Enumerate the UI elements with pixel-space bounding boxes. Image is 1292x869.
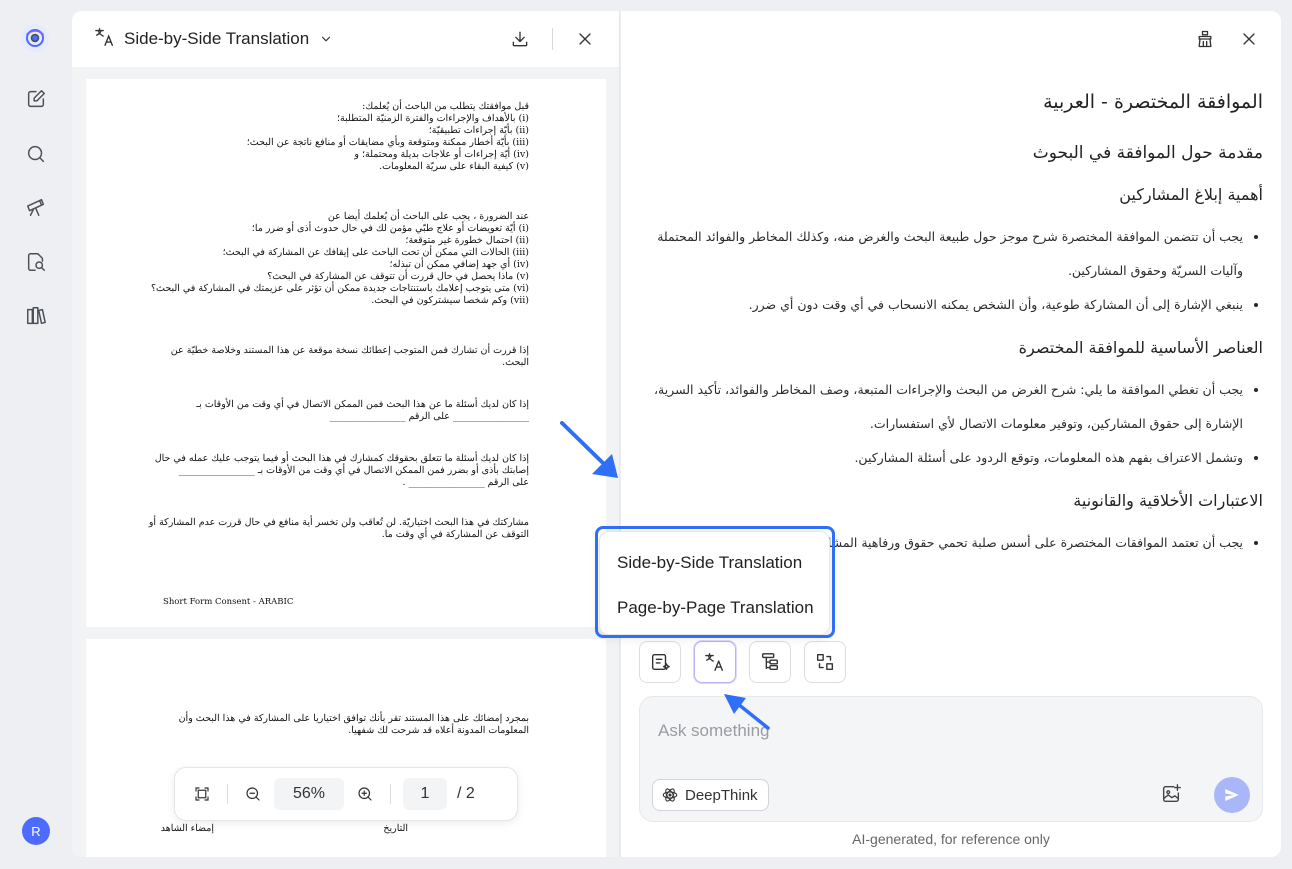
document-page-2: بمجرد إمضائك على هذا المستند تقر بأنك تو… [86, 639, 606, 857]
left-rail: R [0, 0, 72, 869]
send-icon [1225, 789, 1239, 801]
zoom-divider [227, 784, 228, 804]
translation-subtitle: مقدمة حول الموافقة في البحوث [1032, 143, 1263, 163]
translation-mode-menu: Side-by-Side Translation Page-by-Page Tr… [599, 531, 830, 635]
summary-button[interactable] [639, 641, 681, 683]
header-divider [552, 28, 553, 50]
broom-icon [1198, 30, 1212, 48]
library-icon[interactable] [22, 302, 50, 330]
outline-icon [761, 653, 779, 671]
tool-buttons [639, 641, 846, 683]
outline-button[interactable] [749, 641, 791, 683]
section-bullets: يجب أن تتضمن الموافقة المختصرة شرح موجز … [643, 220, 1263, 322]
document-panel-title[interactable]: Side-by-Side Translation [124, 29, 309, 49]
section-heading: الاعتبارات الأخلاقية والقانونية [1073, 491, 1263, 510]
new-chat-icon[interactable] [22, 85, 50, 113]
menu-item-page-by-page[interactable]: Page-by-Page Translation [600, 585, 829, 630]
page-footer: Short Form Consent - ARABIC [163, 597, 294, 607]
close-icon [579, 33, 591, 45]
page-total: / 2 [457, 785, 475, 802]
menu-item-side-by-side[interactable]: Side-by-Side Translation [600, 540, 829, 585]
zoom-out-icon [246, 787, 260, 801]
upload-image-button[interactable] [1158, 781, 1184, 807]
close-chat-button[interactable] [1235, 25, 1263, 53]
convert-button[interactable] [804, 641, 846, 683]
document-panel: Side-by-Side Translation قبل موافقتك يتط… [72, 11, 620, 857]
doc-paragraph: إذا قررت أن تشارك فمن المتوجب إعطائك نسخ… [170, 345, 529, 368]
atom-icon [662, 788, 678, 802]
translate-button[interactable] [694, 641, 736, 683]
document-panel-header: Side-by-Side Translation [72, 11, 619, 67]
summary-icon [651, 653, 670, 671]
list-item: يجب أن تغطي الموافقة ما يلي: شرح الغرض م… [643, 373, 1243, 441]
list-item: وتشمل الاعتراف بفهم هذه المعلومات، وتوقع… [643, 441, 1243, 475]
chat-input[interactable]: Ask something [658, 721, 770, 741]
doc-paragraph: عند الضرورة ، يجب على الباحث أن يُعلمك أ… [150, 211, 529, 306]
document-viewer[interactable]: قبل موافقتك يتطلب من الباحث أن يُعلمك: (… [72, 67, 619, 857]
chevron-down-icon[interactable] [319, 32, 333, 46]
translate-icon [705, 653, 724, 671]
fit-page-button[interactable] [189, 781, 215, 807]
telescope-icon[interactable] [22, 193, 50, 221]
translation-title: الموافقة المختصرة - العربية [1043, 91, 1263, 113]
clear-button[interactable] [1191, 25, 1219, 53]
doc-paragraph: إذا كان لديك أسئلة ما تتعلق بحقوقك كمشار… [154, 453, 529, 488]
doc-paragraph: إذا كان لديك أسئلة ما عن هذا البحث فمن ا… [196, 399, 529, 422]
signature-date-label: التاريخ [383, 823, 408, 834]
download-button[interactable] [506, 25, 534, 53]
chat-panel-header [1191, 25, 1263, 53]
section-bullets: يجب أن تغطي الموافقة ما يلي: شرح الغرض م… [643, 373, 1263, 475]
user-avatar[interactable]: R [22, 817, 50, 845]
chat-composer[interactable]: Ask something DeepThink [639, 696, 1263, 822]
doc-paragraph: بمجرد إمضائك على هذا المستند تقر بأنك تو… [178, 713, 529, 736]
page-number-input[interactable]: 1 [403, 778, 447, 810]
disclaimer-text: AI-generated, for reference only [852, 831, 1050, 847]
list-item: ينبغي الإشارة إلى أن المشاركة طوعية، وأن… [643, 288, 1243, 322]
signature-witness-label: إمضاء الشاهد [160, 823, 214, 834]
image-upload-icon [1162, 784, 1181, 803]
doc-search-icon[interactable] [22, 248, 50, 276]
download-icon [512, 31, 528, 47]
zoom-toolbar: 56% 1 / 2 [174, 767, 518, 821]
translate-icon [94, 26, 116, 53]
search-icon[interactable] [22, 140, 50, 168]
zoom-divider [390, 784, 391, 804]
deepthink-toggle[interactable]: DeepThink [652, 779, 769, 811]
close-icon [1243, 33, 1255, 45]
document-page-1: قبل موافقتك يتطلب من الباحث أن يُعلمك: (… [86, 79, 606, 627]
deepthink-label: DeepThink [685, 786, 758, 804]
send-button[interactable] [1214, 777, 1250, 813]
list-item: يجب أن تتضمن الموافقة المختصرة شرح موجز … [643, 220, 1243, 288]
convert-icon [816, 653, 834, 671]
doc-paragraph: قبل موافقتك يتطلب من الباحث أن يُعلمك: (… [246, 101, 529, 172]
zoom-level[interactable]: 56% [274, 778, 344, 810]
zoom-out-button[interactable] [240, 781, 266, 807]
translation-output: الموافقة المختصرة - العربية مقدمة حول ال… [643, 91, 1263, 576]
app-logo-icon[interactable] [21, 24, 49, 52]
fit-page-icon [195, 787, 209, 801]
zoom-in-icon [358, 787, 372, 801]
section-heading: العناصر الأساسية للموافقة المختصرة [1018, 338, 1263, 357]
doc-paragraph: مشاركتك في هذا البحث اختياريّة. لن تُعاق… [148, 517, 529, 540]
zoom-in-button[interactable] [352, 781, 378, 807]
close-panel-button[interactable] [571, 25, 599, 53]
section-heading: أهمية إبلاغ المشاركين [1119, 185, 1263, 204]
